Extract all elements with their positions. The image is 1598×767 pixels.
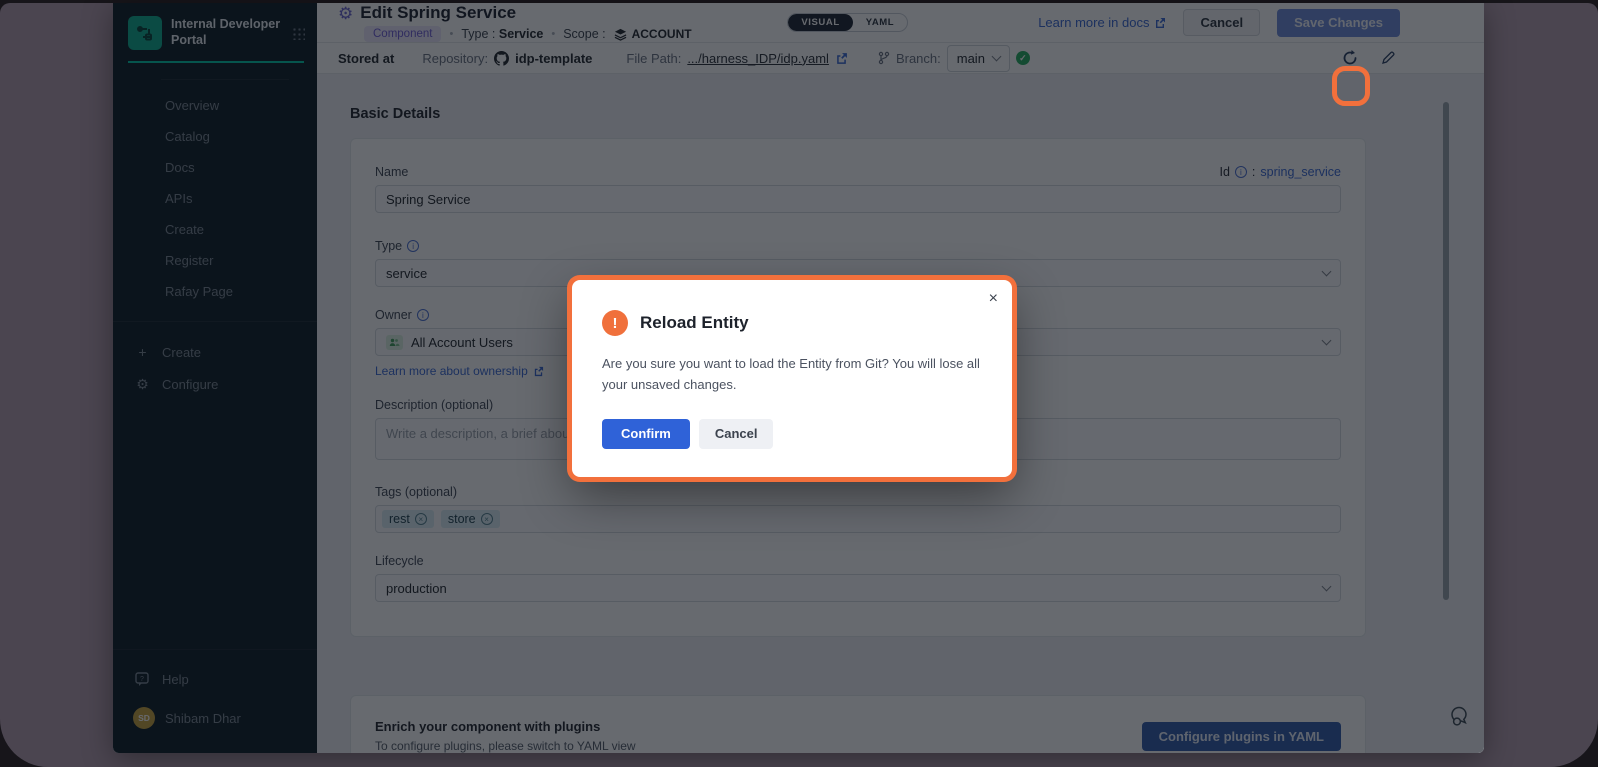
modal-title: Reload Entity (640, 313, 749, 333)
app-window: Internal Developer Portal Overview Catal… (113, 3, 1484, 753)
confirm-button[interactable]: Confirm (602, 419, 690, 449)
warning-icon: ! (602, 310, 628, 336)
screenshot-frame: Internal Developer Portal Overview Catal… (0, 3, 1598, 767)
modal-message: Are you sure you want to load the Entity… (602, 353, 988, 396)
reload-entity-modal: × ! Reload Entity Are you sure you want … (572, 280, 1012, 477)
modal-cancel-button[interactable]: Cancel (699, 419, 774, 449)
close-icon[interactable]: × (989, 290, 998, 308)
